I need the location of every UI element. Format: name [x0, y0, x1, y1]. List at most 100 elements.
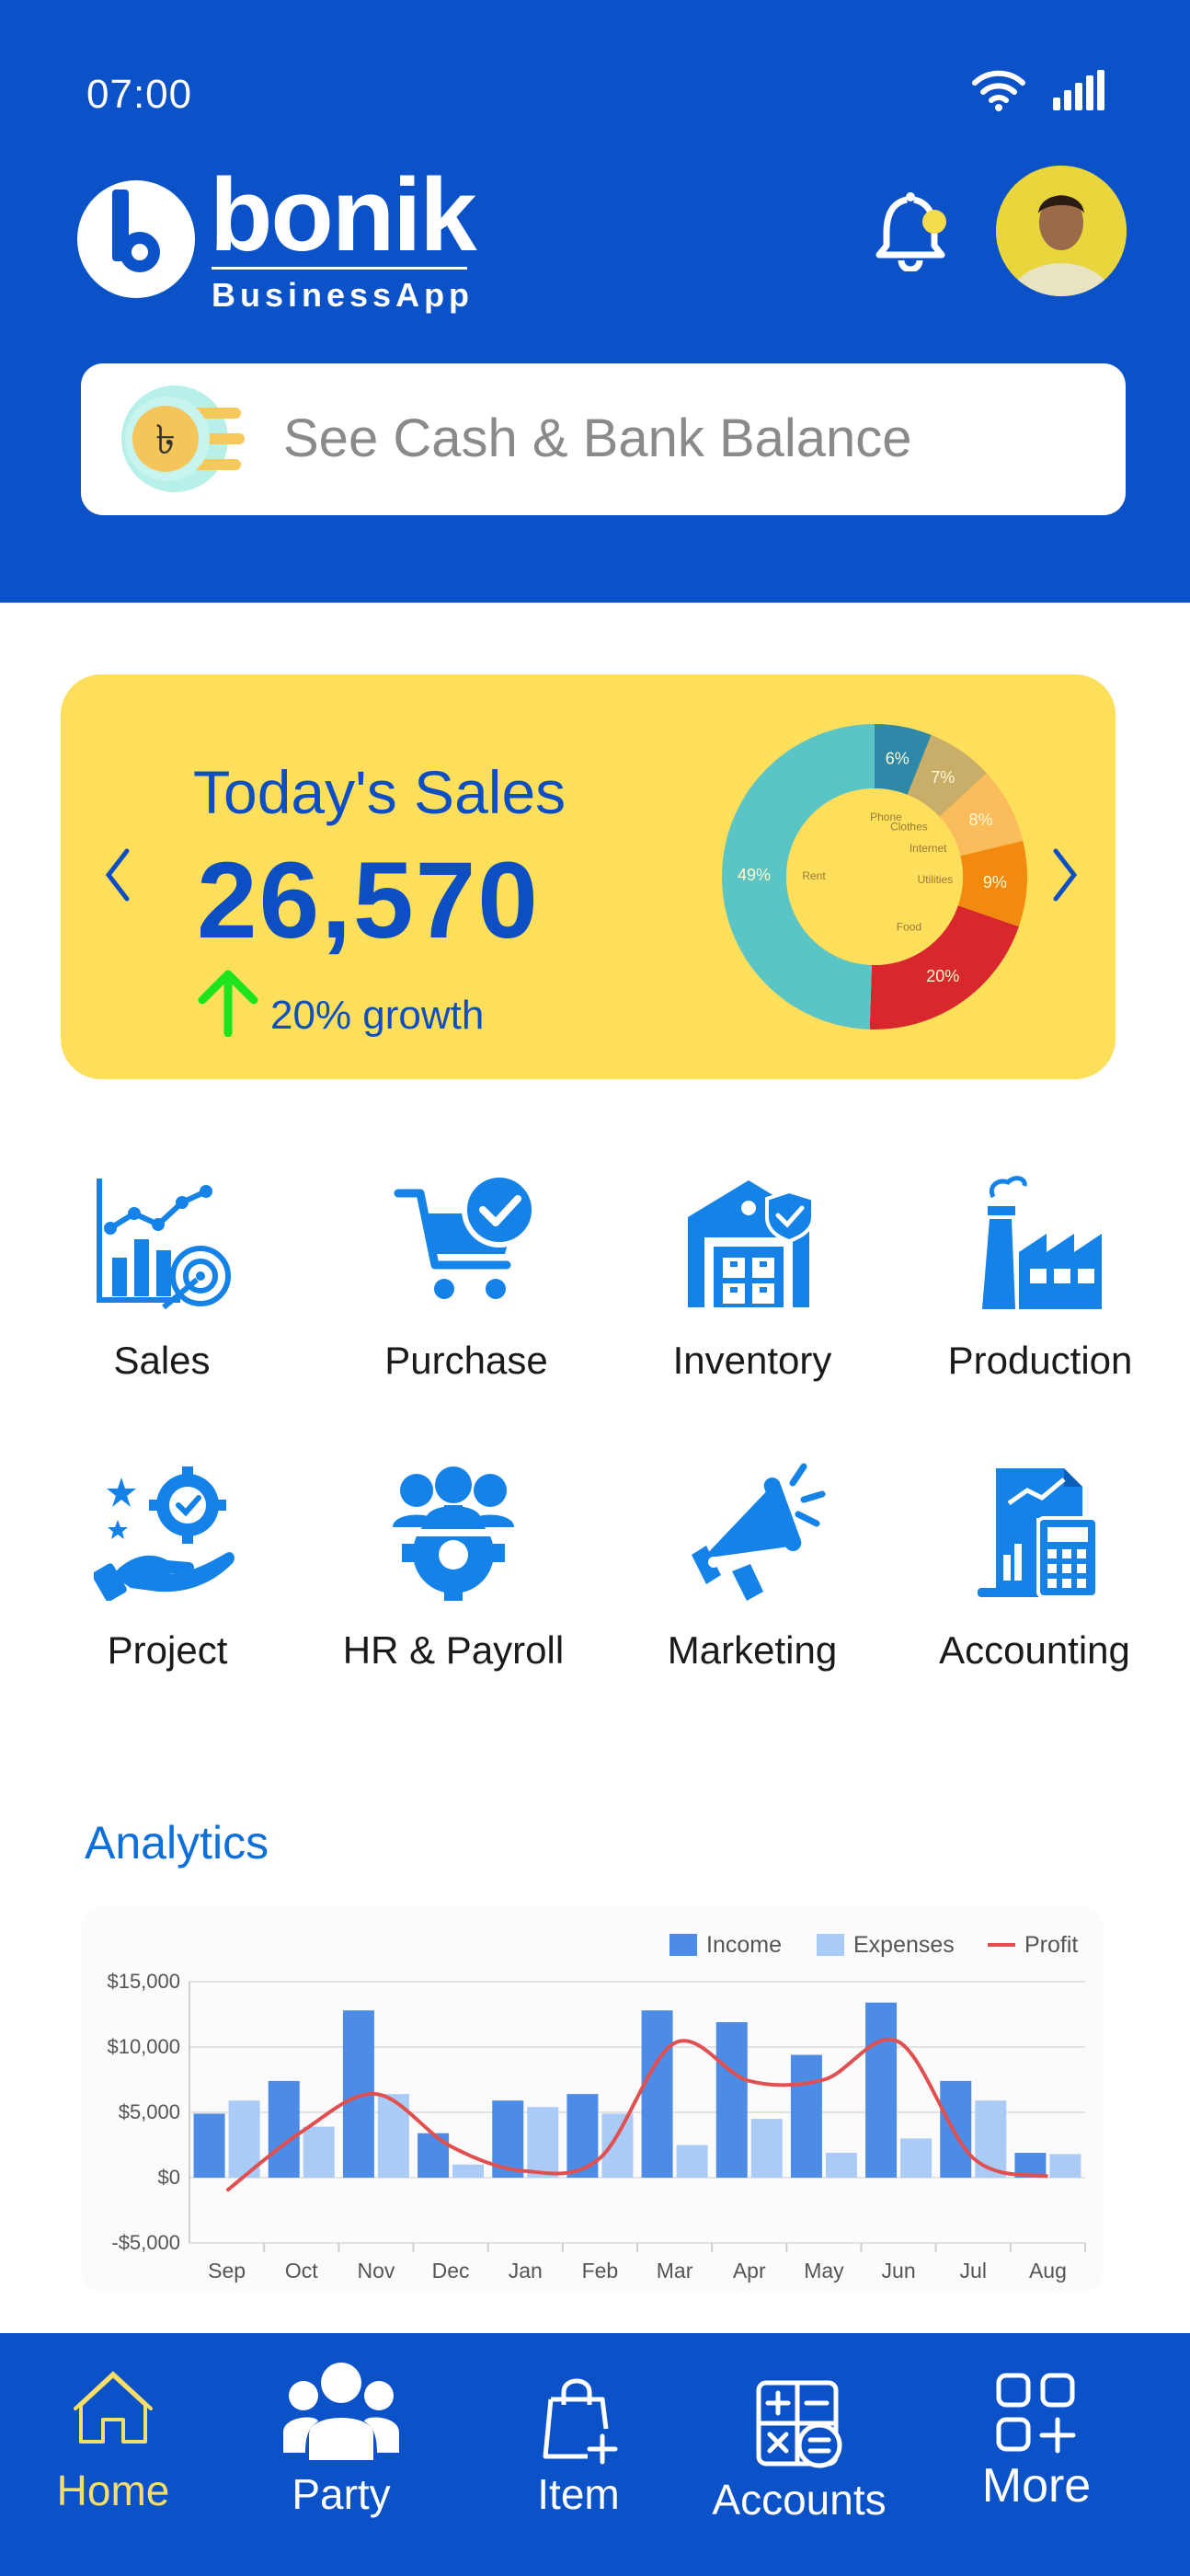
svg-text:৳: ৳: [155, 417, 176, 464]
donut-value-label: 49%: [738, 866, 771, 884]
module-label: Inventory: [672, 1339, 832, 1382]
nav-label: More: [981, 2459, 1092, 2513]
donut-category-label: Clothes: [890, 821, 928, 834]
brand-subtitle: BusinessApp: [212, 276, 475, 314]
module-accounting[interactable]: Accounting: [897, 1463, 1173, 1702]
nav-party[interactable]: Party: [235, 2361, 447, 2518]
module-label: Accounting: [939, 1628, 1130, 1672]
balance-label: See Cash & Bank Balance: [283, 408, 912, 468]
chevron-left-icon[interactable]: [103, 847, 131, 903]
module-label: Purchase: [384, 1339, 548, 1382]
expenses-bar: [601, 2113, 634, 2178]
module-label: Project: [107, 1628, 228, 1672]
bottom-navigation: Home Party Item Accounts More: [0, 2333, 1190, 2576]
donut-value-label: 8%: [968, 811, 992, 829]
chevron-right-icon[interactable]: [1052, 847, 1080, 903]
brand-name: bonik: [210, 157, 477, 272]
nav-accounts[interactable]: Accounts: [693, 2379, 905, 2524]
income-bar: [865, 2002, 898, 2178]
x-tick-label: Jan: [509, 2259, 543, 2283]
bonik-logo-icon: [77, 180, 195, 298]
expenses-bar: [750, 2119, 783, 2178]
module-label: Sales: [113, 1339, 211, 1382]
sales-chart-icon: [97, 1179, 231, 1310]
x-tick-label: Apr: [733, 2259, 766, 2283]
module-project[interactable]: Project: [29, 1463, 305, 1702]
party-group-icon: [283, 2363, 399, 2460]
module-label: HR & Payroll: [342, 1628, 565, 1672]
income-bar: [940, 2080, 972, 2178]
module-sales[interactable]: Sales: [24, 1173, 300, 1412]
user-avatar[interactable]: [996, 166, 1127, 296]
shopping-bag-plus-icon: [543, 2378, 618, 2465]
expenses-bar: [900, 2138, 933, 2178]
module-purchase[interactable]: Purchase: [328, 1173, 604, 1412]
income-bar: [641, 2010, 673, 2178]
growth-text: 20% growth: [270, 993, 485, 1038]
wifi-icon: [972, 70, 1025, 111]
nav-more[interactable]: More: [931, 2372, 1142, 2513]
home-icon: [74, 2371, 153, 2444]
warehouse-icon: [688, 1180, 815, 1307]
x-tick-label: Nov: [357, 2259, 395, 2283]
expenses-bar: [303, 2126, 335, 2178]
todays-sales-card[interactable]: Today's Sales 26,570 20% growth 6% 7% 8% 9%…: [61, 674, 1116, 1079]
calculator-report-icon: [978, 1468, 1099, 1599]
module-production[interactable]: Production: [902, 1173, 1178, 1412]
team-gear-icon: [393, 1466, 514, 1601]
y-tick-label: -$5,000: [111, 2231, 180, 2254]
module-inventory[interactable]: Inventory: [614, 1173, 890, 1412]
donut-category-label: Food: [897, 920, 921, 933]
analytics-chart-card: $15,000 $10,000 $5,000 $0 -$5,000 Sep Oct Nov De…: [81, 1906, 1104, 2293]
grid-plus-icon: [996, 2373, 1076, 2454]
y-tick-label: $15,000: [107, 1970, 180, 1993]
donut-category-label: Internet: [910, 842, 947, 855]
donut-value-label: 6%: [886, 749, 910, 767]
module-hr-payroll[interactable]: HR & Payroll: [315, 1463, 591, 1702]
nav-label: Accounts: [712, 2476, 887, 2524]
x-tick-label: Jul: [960, 2259, 987, 2283]
module-marketing[interactable]: Marketing: [614, 1463, 890, 1702]
notification-bell-icon[interactable]: [874, 189, 951, 271]
x-tick-label: Dec: [432, 2259, 470, 2283]
nav-home[interactable]: Home: [7, 2366, 219, 2514]
legend-label: Expenses: [853, 1932, 955, 1958]
y-tick-label: $10,000: [107, 2035, 180, 2058]
income-bar: [268, 2080, 300, 2178]
module-label: Marketing: [667, 1628, 838, 1672]
legend-label: Profit: [1024, 1932, 1078, 1958]
x-tick-label: Feb: [582, 2259, 619, 2283]
cash-bank-balance-button[interactable]: ৳ See Cash & Bank Balance: [81, 363, 1126, 515]
expenses-bar: [452, 2164, 485, 2178]
calculator-icon: [756, 2380, 842, 2468]
legend-label: Income: [706, 1932, 782, 1958]
x-tick-label: Jun: [882, 2259, 916, 2283]
x-tick-label: May: [804, 2259, 844, 2283]
nav-item[interactable]: Item: [473, 2374, 684, 2518]
hand-gear-icon: [94, 1466, 235, 1601]
nav-label: Item: [537, 2470, 620, 2518]
megaphone-icon: [692, 1463, 826, 1601]
nav-label: Home: [56, 2467, 170, 2514]
donut-category-label: Rent: [802, 869, 826, 882]
income-bar: [790, 2054, 822, 2178]
sales-title: Today's Sales: [193, 758, 566, 826]
income-bar: [193, 2113, 225, 2178]
donut-value-label: 9%: [983, 873, 1007, 891]
status-time: 07:00: [86, 72, 193, 117]
legend-swatch-expenses: [817, 1934, 844, 1956]
category-donut-chart: 6%7%8%9%20%49%PhoneClothesInternetUtilit…: [722, 724, 1027, 1029]
y-tick-label: $5,000: [119, 2100, 180, 2123]
x-tick-label: Sep: [208, 2259, 246, 2283]
expenses-bar: [676, 2145, 708, 2178]
legend-swatch-income: [669, 1934, 697, 1956]
donut-value-label: 20%: [926, 967, 959, 985]
x-tick-label: Oct: [285, 2259, 318, 2283]
taka-coin-icon: ৳: [121, 385, 245, 492]
nav-label: Party: [292, 2470, 391, 2518]
analytics-title: Analytics: [85, 1817, 269, 1869]
expenses-bar: [527, 2107, 559, 2178]
donut-category-label: Utilities: [918, 873, 954, 886]
module-label: Production: [947, 1339, 1133, 1382]
x-tick-label: Mar: [657, 2259, 693, 2283]
